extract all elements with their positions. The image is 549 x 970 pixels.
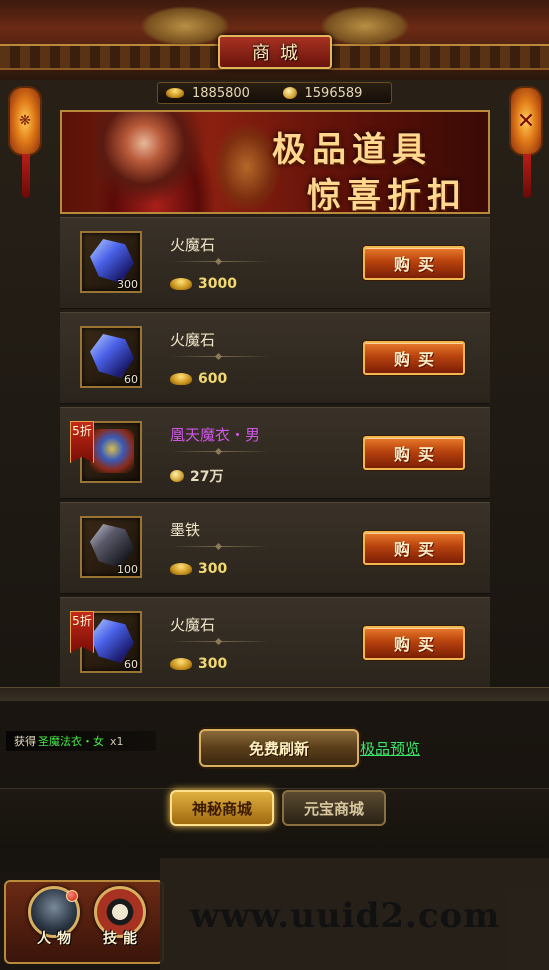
close-button[interactable]: ✕: [509, 86, 543, 198]
item-price: 600: [170, 371, 227, 387]
gold-ingot-icon: [170, 658, 192, 670]
tab-mystery-shop[interactable]: 神秘商城: [170, 790, 274, 826]
gold-ingot-icon: [166, 88, 184, 98]
notice-item: 圣魔法衣・女: [38, 735, 104, 748]
divider: [170, 546, 270, 547]
price-value: 300: [198, 656, 228, 672]
tab-label: 神秘商城: [191, 799, 252, 818]
shop-item: 60 5折 火魔石 300 购买: [60, 597, 490, 689]
item-quantity: 100: [117, 563, 138, 576]
gold-ingot-icon: [170, 278, 192, 290]
buy-button[interactable]: 购买: [363, 626, 465, 660]
item-slot[interactable]: 100: [80, 516, 142, 578]
heroine-portrait: [96, 112, 216, 212]
nav-label: 人物: [37, 931, 77, 947]
page-title: 商城: [252, 43, 308, 64]
shop-tab-bar: [0, 788, 549, 848]
close-icon[interactable]: ✕: [517, 109, 535, 134]
gold-ingot-amount: 1885800: [192, 85, 250, 101]
buy-button[interactable]: 购买: [363, 531, 465, 565]
tab-yuanbao-shop[interactable]: 元宝商城: [282, 790, 386, 826]
divider: [170, 641, 270, 642]
gold-ingot-balance: 1885800: [158, 86, 275, 101]
divider: [170, 356, 270, 357]
buy-button[interactable]: 购买: [363, 436, 465, 470]
item-quantity: 300: [117, 278, 138, 291]
divider: [170, 261, 270, 262]
item-name: 火魔石: [170, 616, 216, 634]
free-refresh-button[interactable]: 免费刷新: [199, 729, 359, 767]
item-name: 火魔石: [170, 331, 216, 349]
notification-dot-icon: [66, 890, 78, 902]
item-price: 300: [170, 656, 227, 672]
buy-button[interactable]: 购买: [363, 246, 465, 280]
item-name: 火魔石: [170, 236, 216, 254]
price-value: 27万: [190, 469, 224, 485]
dragon-left-icon: [140, 6, 230, 46]
gold-ingot-icon: [170, 563, 192, 575]
shop-item: 5折 凰天魔衣・男 27万 购买: [60, 407, 490, 499]
promo-banner: 极品道具 惊喜折扣: [60, 110, 490, 214]
item-name: 凰天魔衣・男: [170, 426, 261, 444]
price-value: 3000: [198, 276, 237, 292]
coin-icon: [282, 87, 297, 99]
nav-skill-button[interactable]: 技能: [88, 886, 152, 962]
lantern-glyph-icon: ❋: [19, 113, 31, 129]
blue-gem-icon: [90, 619, 134, 663]
notice-prefix: 获得: [14, 735, 36, 748]
nav-label: 技能: [103, 931, 143, 947]
premium-preview-link[interactable]: 极品预览: [360, 738, 420, 759]
item-slot[interactable]: 300: [80, 231, 142, 293]
banner-headline-2: 惊喜折扣: [307, 176, 467, 214]
shop-item: 100 墨铁 300 购买: [60, 502, 490, 594]
gold-ingot-icon: [170, 373, 192, 385]
coin-amount: 1596589: [304, 85, 363, 101]
refresh-label: 免费刷新: [248, 739, 309, 758]
item-quantity: 60: [124, 658, 138, 671]
price-value: 300: [198, 561, 228, 577]
notice-count: x1: [110, 734, 124, 748]
lantern-left-icon: ❋: [8, 86, 42, 198]
buy-button[interactable]: 购买: [363, 341, 465, 375]
divider: [170, 451, 270, 452]
section-divider: [0, 687, 549, 701]
currency-bar: 1885800 1596589: [157, 82, 392, 104]
buy-label: 购买: [393, 255, 442, 274]
coin-icon: [170, 470, 184, 482]
item-name: 墨铁: [170, 521, 201, 539]
item-price: 27万: [170, 466, 223, 486]
blue-gem-icon: [90, 334, 134, 378]
tab-label: 元宝商城: [303, 799, 364, 818]
tassel-icon: [22, 154, 30, 198]
item-quantity: 60: [124, 373, 138, 386]
coin-balance: 1596589: [275, 86, 392, 101]
item-slot[interactable]: 60: [80, 326, 142, 388]
acquisition-notice: 获得 圣魔法衣・女 x1: [6, 731, 156, 751]
shop-item: 300 火魔石 3000 购买: [60, 217, 490, 309]
buy-label: 购买: [393, 635, 442, 654]
tassel-icon: [523, 154, 531, 198]
dark-ore-icon: [90, 524, 134, 568]
title-plate: 商城: [218, 35, 332, 69]
buy-label: 购买: [393, 445, 442, 464]
price-value: 600: [198, 371, 228, 387]
dragon-right-icon: [320, 6, 410, 46]
buy-label: 购买: [393, 540, 442, 559]
watermark-text: www.uuid2.com: [190, 896, 501, 936]
item-price: 300: [170, 561, 227, 577]
item-price: 3000: [170, 276, 237, 292]
shop-item: 60 火魔石 600 购买: [60, 312, 490, 404]
blue-gem-icon: [90, 239, 134, 283]
armor-icon: [90, 429, 134, 473]
shop-item-list: 300 火魔石 3000 购买 60 火魔石 600 购买 5折 凰天魔衣・男: [60, 217, 490, 692]
buy-label: 购买: [393, 350, 442, 369]
banner-headline-1: 极品道具: [272, 130, 432, 170]
